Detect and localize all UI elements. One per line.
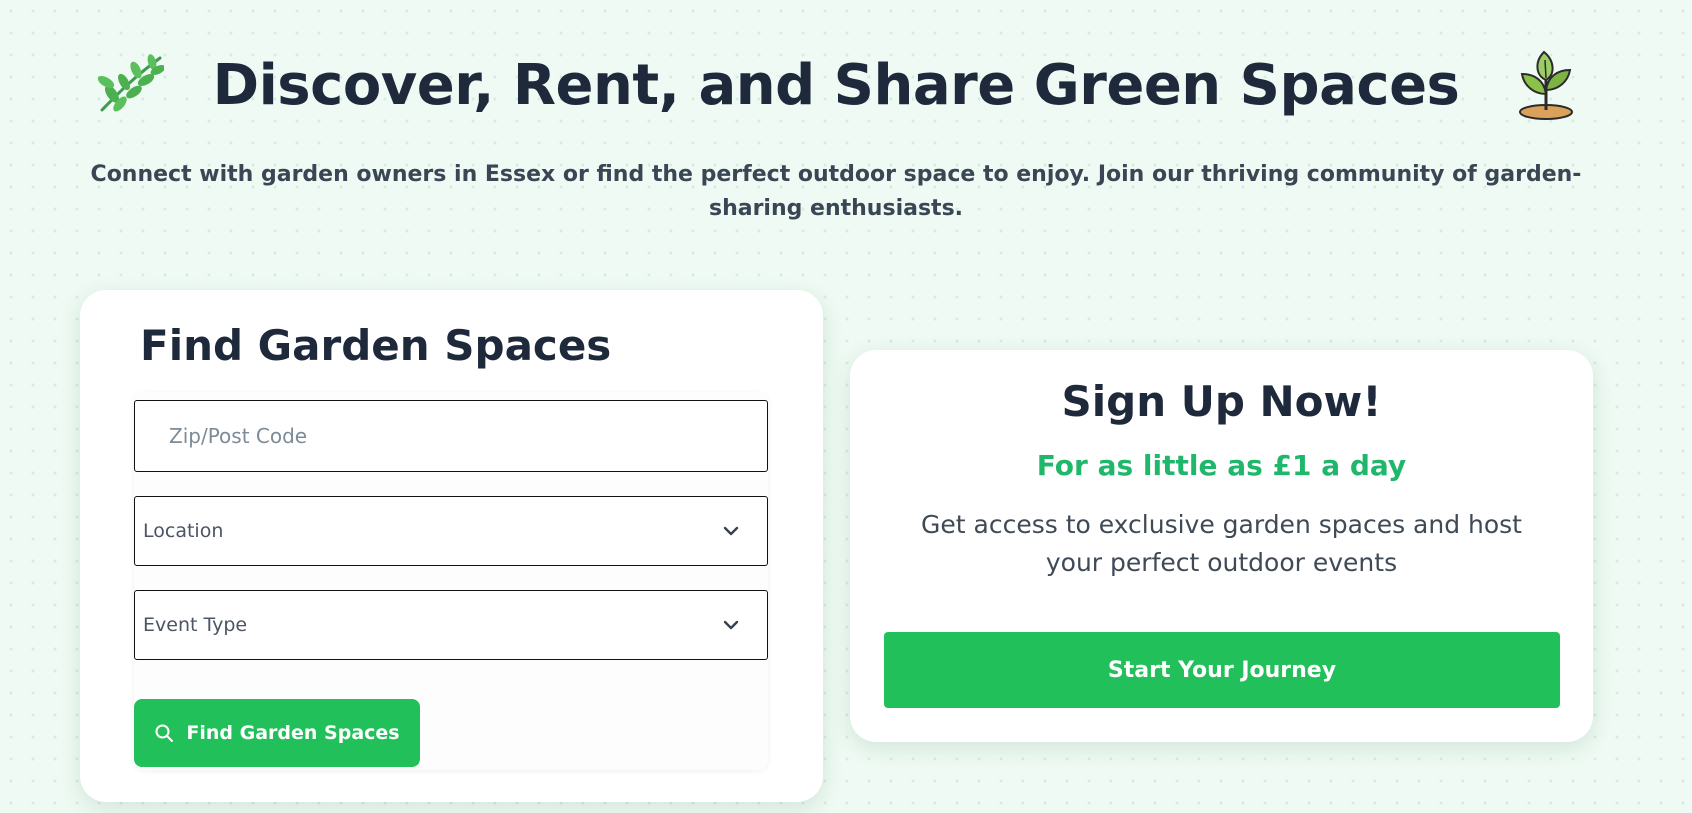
search-icon [155,724,174,742]
chevron-down-icon [723,526,739,536]
hero-title: Discover, Rent, and Share Green Spaces [212,53,1460,118]
find-garden-spaces-button[interactable]: Find Garden Spaces [134,699,420,767]
hero-subtitle: Connect with garden owners in Essex or f… [90,162,1582,221]
signup-card: Sign Up Now! For as little as £1 a day G… [850,350,1593,742]
location-select-value: Location [143,520,224,542]
search-card-title: Find Garden Spaces [140,321,612,370]
signup-description: Get access to exclusive garden spaces an… [921,510,1522,577]
signup-price-text: For as little as £1 a day [1036,449,1407,482]
sprout-plant-icon [1519,50,1573,120]
event-type-select[interactable]: Event Type [134,590,768,660]
search-card: Find Garden Spaces Location Event Type F… [80,290,823,802]
location-select[interactable]: Location [134,496,768,566]
find-garden-spaces-button-label: Find Garden Spaces [186,722,400,744]
search-form: Location Event Type Find Garden Spaces [134,392,768,770]
zip-code-field-wrapper [134,400,768,472]
event-type-select-value: Event Type [143,614,248,636]
signup-title: Sign Up Now! [1061,377,1382,426]
start-your-journey-button[interactable]: Start Your Journey [884,632,1560,708]
zip-code-input[interactable] [135,401,767,471]
chevron-down-icon [723,620,739,630]
